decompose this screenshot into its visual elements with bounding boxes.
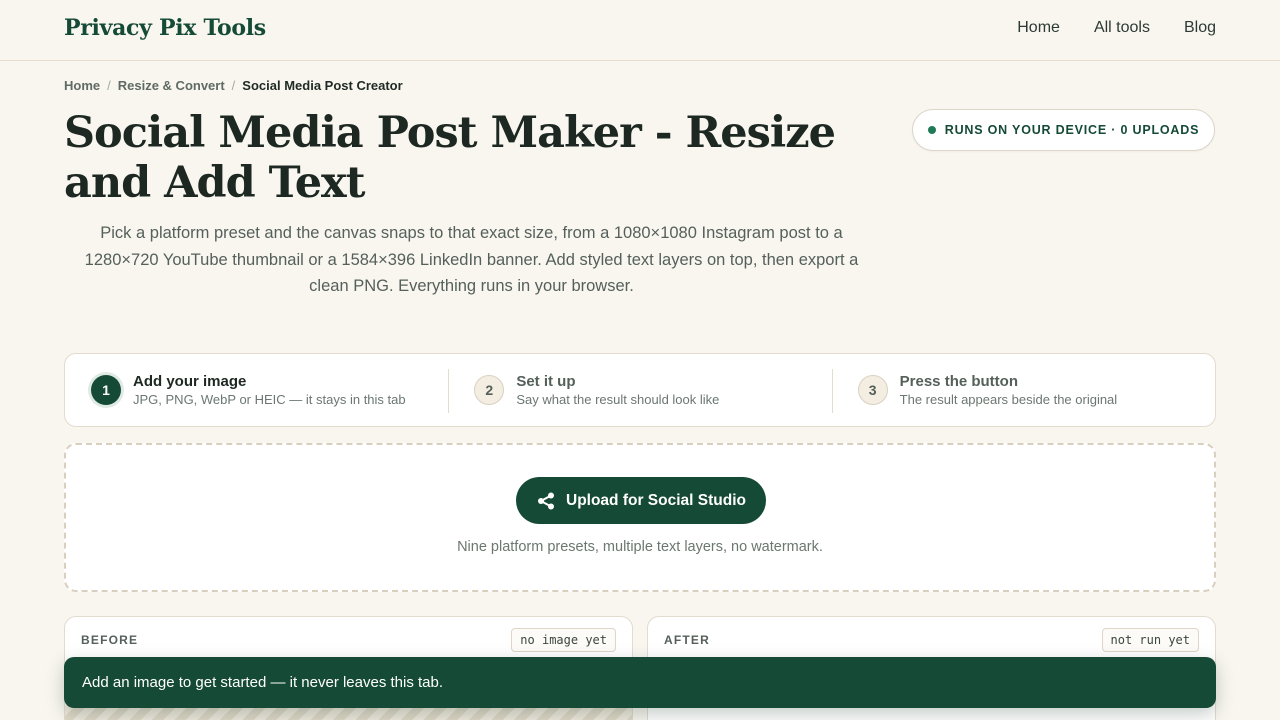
step-description: JPG, PNG, WebP or HEIC — it stays in thi… <box>133 391 406 407</box>
after-status-badge: not run yet <box>1101 628 1199 652</box>
step-number: 1 <box>91 375 121 405</box>
nav-home-link[interactable]: Home <box>1017 19 1060 37</box>
step-description: Say what the result should look like <box>516 391 720 407</box>
top-bar: Privacy Pix Tools Home All tools Blog <box>0 0 1280 61</box>
status-dot-icon <box>927 126 936 134</box>
page-subtitle: Pick a platform preset and the canvas sn… <box>84 224 859 295</box>
upload-button-label: Upload for Social Studio <box>566 491 746 509</box>
toast-message: Add an image to get started — it never l… <box>82 674 444 691</box>
nav-all-tools-link[interactable]: All tools <box>1094 19 1150 37</box>
nav-blog-link[interactable]: Blog <box>1184 19 1216 37</box>
step-number: 2 <box>474 375 505 405</box>
breadcrumb: Home / Resize & Convert / Social Media P… <box>64 78 403 93</box>
page-title: Social Media Post Maker - Resize and Add… <box>64 108 836 208</box>
upload-dropzone[interactable]: Upload for Social Studio Nine platform p… <box>64 443 1216 592</box>
step-1: 1 Add your image JPG, PNG, WebP or HEIC … <box>65 354 448 426</box>
breadcrumb-home[interactable]: Home <box>64 78 100 93</box>
step-number: 3 <box>857 375 888 405</box>
toast-notification: Add an image to get started — it never l… <box>64 657 1216 708</box>
dropzone-hint: Nine platform presets, multiple text lay… <box>457 539 823 555</box>
device-status-text: RUNS ON YOUR DEVICE · 0 UPLOADS <box>944 123 1200 137</box>
breadcrumb-section[interactable]: Resize & Convert <box>118 78 225 93</box>
step-3: 3 Press the button The result appears be… <box>831 354 1215 426</box>
upload-button[interactable]: Upload for Social Studio <box>516 477 766 524</box>
step-title: Add your image <box>133 372 247 390</box>
step-description: The result appears beside the original <box>899 391 1118 407</box>
breadcrumb-separator: / <box>231 78 236 93</box>
brand-logo[interactable]: Privacy Pix Tools <box>64 15 266 41</box>
share-icon <box>538 492 554 509</box>
after-label: AFTER <box>664 633 710 647</box>
steps-bar: 1 Add your image JPG, PNG, WebP or HEIC … <box>64 353 1216 427</box>
step-title: Press the button <box>899 372 1019 390</box>
before-status-badge: no image yet <box>511 628 616 652</box>
before-label: BEFORE <box>81 633 139 647</box>
breadcrumb-current: Social Media Post Creator <box>242 78 403 93</box>
device-status-badge: RUNS ON YOUR DEVICE · 0 UPLOADS <box>912 109 1215 151</box>
main-nav: Home All tools Blog <box>1017 19 1216 37</box>
step-title: Set it up <box>516 372 576 390</box>
breadcrumb-separator: / <box>107 78 111 93</box>
step-2: 2 Set it up Say what the result should l… <box>448 354 831 426</box>
